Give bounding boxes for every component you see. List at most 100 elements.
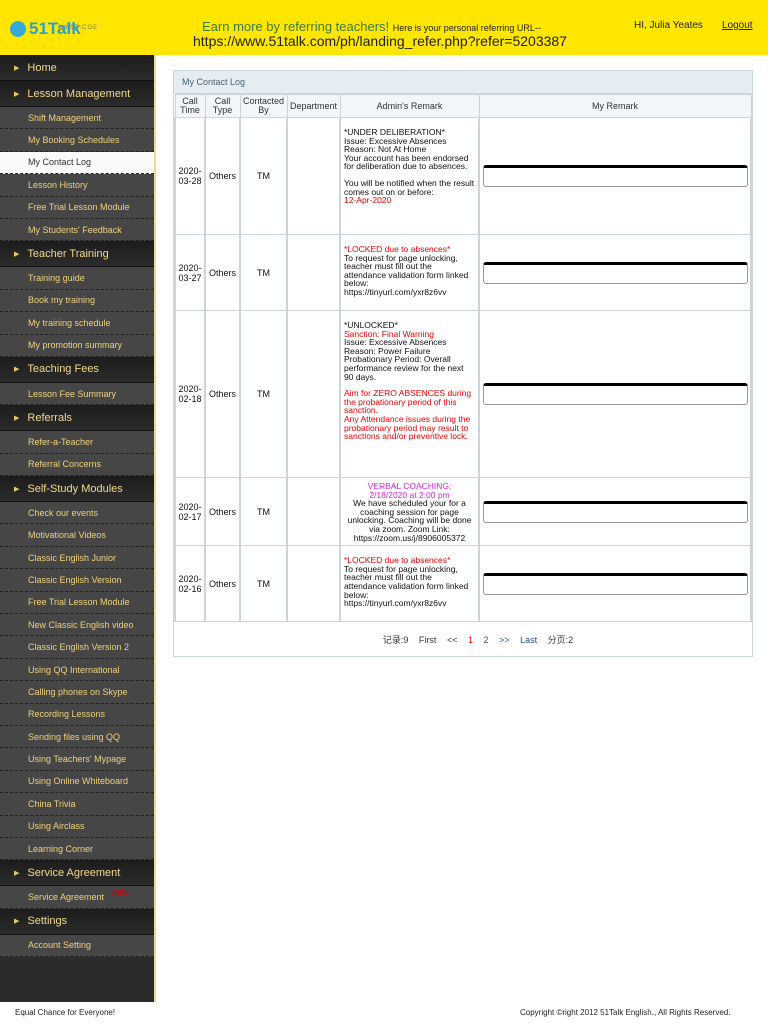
sidebar-section-teaching-fees[interactable]: ▶ Teaching Fees [0, 356, 154, 383]
sidebar-item-label: Refer-a-Teacher [28, 436, 94, 447]
sidebar-item-label: Lesson History [28, 179, 88, 190]
sidebar-item-lesson-fee-summary[interactable]: Lesson Fee Summary [0, 382, 154, 406]
remark-line: You will be notified when the result com… [344, 177, 475, 197]
page-1-link[interactable]: 1 [468, 635, 473, 645]
sidebar-item-refer-a-teacher[interactable]: Refer-a-Teacher [0, 431, 154, 454]
sidebar-item-my-promotion-summary[interactable]: My promotion summary [0, 334, 154, 357]
last-page-link[interactable]: Last [520, 635, 537, 645]
sidebar-item-check-our-events[interactable]: Check our events [0, 502, 154, 525]
sidebar-item-new-classic-english-video[interactable]: New Classic English video [0, 614, 154, 637]
remark-line: To request for page unlocking, teacher m… [344, 252, 469, 289]
sidebar-section-label: Self-Study Modules [27, 482, 123, 495]
sidebar-item-lesson-history[interactable]: Lesson History [0, 174, 154, 197]
sidebar-item-label: My Contact Log [28, 157, 92, 168]
page-2-link[interactable]: 2 [484, 635, 489, 645]
sidebar-section-label: Lesson Management [27, 87, 131, 100]
caret-right-icon: ▶ [14, 366, 20, 374]
sidebar-section-label: Teacher Training [27, 247, 109, 260]
sidebar-item-china-trivia[interactable]: China Trivia [0, 793, 154, 816]
call-time-cell: 2020-02-18 [174, 310, 206, 478]
sidebar-item-using-online-whiteboard[interactable]: Using Online Whiteboard [0, 770, 154, 794]
table-row: 2020-02-17 Others TM VERBAL COACHING: 2/18/2… [174, 476, 752, 547]
sidebar-item-motivational-videos[interactable]: Motivational Videos [0, 524, 154, 547]
sidebar-item-my-booking-schedules[interactable]: My Booking Schedules [0, 129, 154, 152]
col-contacted-by: Contacted By [239, 94, 288, 118]
promo-subtext: Here is your personal referring URL-- [392, 23, 541, 33]
remark-line: Your account has been endorsed for delib… [344, 152, 469, 172]
my-remark-input[interactable] [482, 261, 748, 284]
my-remark-input[interactable] [482, 383, 748, 405]
contact-log-table: Call Time Call Type Contacted By Departm… [174, 94, 752, 623]
sidebar-item-classic-english-junior[interactable]: Classic English Junior [0, 546, 154, 570]
sidebar-item-label: Account Setting [28, 940, 92, 951]
sidebar-section-label: Settings [27, 915, 68, 928]
prev-page-link[interactable]: << [447, 635, 458, 645]
referral-url[interactable]: https://www.51talk.com/ph/landing_refer.… [193, 33, 567, 49]
sidebar-item-learning-corner[interactable]: Learning Corner [0, 837, 154, 861]
sidebar-item-classic-english-version[interactable]: Classic English Version [0, 569, 154, 592]
my-remark-cell [478, 310, 752, 478]
table-row: 2020-03-27 Others TM *LOCKED due to absence… [174, 234, 752, 311]
sidebar-item-calling-phones-on-skype[interactable]: Calling phones on Skype [0, 681, 154, 704]
caret-right-icon: ▶ [14, 250, 20, 258]
page-total: 分页:2 [547, 635, 574, 646]
call-time-cell: 2020-02-17 [174, 476, 206, 547]
col-my-remark: My Remark [478, 94, 752, 118]
sidebar-item-using-airclass[interactable]: Using Airclass [0, 815, 154, 838]
sidebar-item-label: My promotion summary [28, 340, 123, 351]
first-page-link[interactable]: First [419, 635, 437, 645]
sidebar-section-service-agreement[interactable]: ▶ Service Agreement [0, 860, 154, 887]
sidebar-item-account-setting[interactable]: Account Setting [0, 934, 154, 958]
sidebar-item-my-contact-log[interactable]: My Contact Log [0, 151, 154, 175]
sidebar-item-label: China Trivia [28, 798, 76, 809]
sidebar-item-classic-english-version-2[interactable]: Classic English Version 2 [0, 636, 154, 659]
sidebar-item-my-training-schedule[interactable]: My training schedule [0, 312, 154, 335]
logout-link[interactable]: Logout [722, 20, 753, 31]
sidebar-item-free-trial-lesson-module[interactable]: Free Trial Lesson Module [0, 591, 154, 615]
caret-right-icon: ▶ [14, 414, 20, 422]
sidebar-section-label: Referrals [27, 411, 73, 424]
my-remark-cell [478, 476, 752, 547]
department-cell [286, 310, 341, 478]
sidebar-section-lesson-management[interactable]: ▶ Lesson Management [0, 81, 154, 107]
footer-copyright: Copyright ©right 2012 51Talk English., A… [520, 1008, 731, 1017]
col-call-time: Call Time [174, 94, 206, 118]
sidebar-item-label: Referral Concerns [28, 459, 102, 470]
sidebar-section-referrals[interactable]: ▶ Referrals [0, 405, 154, 432]
sidebar-item-training-guide[interactable]: Training guide [0, 267, 154, 290]
sidebar-item-label: Learning Corner [28, 843, 94, 854]
caret-right-icon: ▶ [14, 869, 20, 877]
sidebar-item-label: Free Trial Lesson Module [28, 597, 130, 608]
sidebar-section-self-study-modules[interactable]: ▶ Self-Study Modules [0, 476, 154, 503]
next-page-link[interactable]: >> [499, 635, 510, 645]
sidebar-item-label: Training guide [28, 273, 85, 284]
call-time-cell: 2020-03-27 [174, 234, 206, 311]
sidebar-item-shift-management[interactable]: Shift Management [0, 107, 154, 130]
contact-log-panel: My Contact Log Call Time Call Type Conta… [173, 70, 753, 658]
sidebar-item-using-qq-international[interactable]: Using QQ International [0, 658, 154, 682]
sidebar-section-settings[interactable]: ▶ Settings [0, 908, 154, 935]
sidebar-item-label: Check our events [28, 507, 99, 518]
sidebar-item-recording-lessons[interactable]: Recording Lessons [0, 703, 154, 726]
sidebar-item-label: Classic English Version [28, 574, 122, 585]
sidebar-item-sending-files-using-qq[interactable]: Sending files using QQ [0, 725, 154, 749]
sidebar-item-service-agreement[interactable]: Service Agreement new [0, 886, 154, 909]
sidebar-section-teacher-training[interactable]: ▶ Teacher Training [0, 241, 154, 268]
contacted-by-cell: TM [239, 545, 288, 623]
pagination: 记录:9 First << 1 2 >> Last 分页:2 [174, 622, 752, 656]
sidebar-item-label: My training schedule [28, 317, 111, 328]
sidebar-item-book-my-training[interactable]: Book my training [0, 289, 154, 313]
sidebar-item-using-teachers-mypage[interactable]: Using Teachers' Mypage [0, 748, 154, 771]
sidebar-item-my-students-feedback[interactable]: My Students' Feedback [0, 218, 154, 242]
sidebar-item-free-trial-lesson-module[interactable]: Free Trial Lesson Module [0, 196, 154, 219]
remark-line: To request for page unlocking, teacher m… [344, 563, 469, 600]
my-remark-cell [478, 545, 752, 623]
my-remark-input[interactable] [482, 572, 748, 595]
sidebar-item-label: Using Teachers' Mypage [28, 754, 127, 765]
call-time-cell: 2020-03-28 [174, 117, 206, 235]
my-remark-input[interactable] [482, 165, 748, 187]
sidebar-item-referral-concerns[interactable]: Referral Concerns [0, 453, 154, 477]
promo-text: Earn more by referring teachers! [202, 19, 390, 34]
my-remark-input[interactable] [482, 500, 748, 523]
sidebar-section-home[interactable]: ▶ Home [0, 55, 154, 81]
